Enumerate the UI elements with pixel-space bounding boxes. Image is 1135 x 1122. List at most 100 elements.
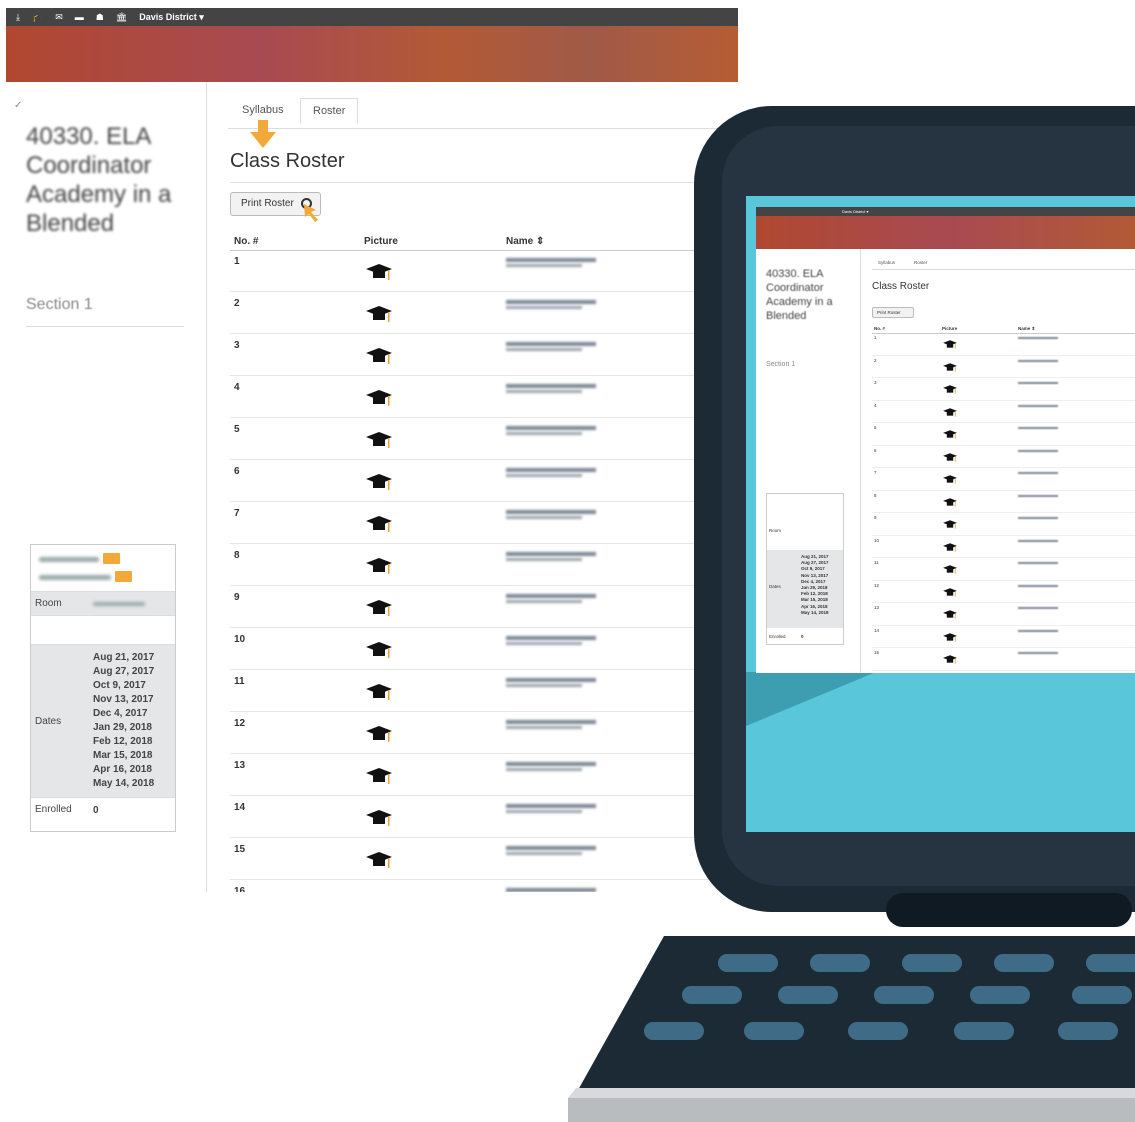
instructors <box>31 545 175 592</box>
graduation-cap-icon <box>942 542 958 556</box>
graduation-cap-icon <box>364 472 394 497</box>
table-row: 5 <box>230 418 730 460</box>
keyboard-key <box>970 986 1030 1004</box>
graduation-cap-icon <box>942 519 958 533</box>
student-name[interactable] <box>506 678 596 682</box>
course-info-box: Room Dates Aug 21, 2017 Aug 27, 2017 Oct 9… <box>30 544 176 832</box>
graduation-cap-icon <box>942 587 958 601</box>
tab-syllabus[interactable]: Syllabus <box>242 104 284 116</box>
district-menu[interactable]: Davis District ▾ <box>139 12 204 23</box>
graduation-cap-icon <box>942 654 958 668</box>
graduation-cap-icon <box>364 514 394 539</box>
roster-screenshot: ⤓ 🎓 ✉ ▬ ☗ 🏛 Davis District ▾ ✓ 40330. EL… <box>6 8 738 892</box>
graduation-cap-icon <box>942 452 958 466</box>
student-name[interactable] <box>506 804 596 808</box>
student-name[interactable] <box>506 510 596 514</box>
row-number: 9 <box>234 592 240 603</box>
left-sidebar: 40330. ELA Coordinator Academy in a Blen… <box>756 249 861 673</box>
row-number: 8 <box>234 550 240 561</box>
table-row: 14 <box>872 626 1135 648</box>
graduation-cap-icon <box>364 304 394 329</box>
keyboard-key <box>744 1022 804 1040</box>
header-banner <box>6 26 738 82</box>
row-number: 5 <box>234 424 240 435</box>
table-row: 15 <box>230 838 730 880</box>
student-name[interactable] <box>506 384 596 388</box>
graduation-cap-icon <box>364 850 394 875</box>
dates-row: Dates Aug 21, 2017 Aug 27, 2017 Oct 9, 201… <box>31 645 175 798</box>
student-name[interactable] <box>506 846 596 850</box>
table-row: 6 <box>230 460 730 502</box>
graduation-cap-icon <box>942 407 958 421</box>
row-number: 4 <box>874 402 877 408</box>
row-number: 12 <box>874 582 880 588</box>
row-number: 14 <box>234 802 246 813</box>
table-row: 13 <box>230 754 730 796</box>
student-name[interactable] <box>506 468 596 472</box>
student-name[interactable] <box>506 888 596 892</box>
student-name[interactable] <box>506 636 596 640</box>
student-name[interactable] <box>506 552 596 556</box>
page-title: Class Roster <box>230 150 345 172</box>
download-icon[interactable]: ⤓ <box>16 12 20 22</box>
graduation-cap-icon[interactable]: 🎓 <box>32 12 43 22</box>
row-number: 12 <box>234 718 246 729</box>
keyboard-key <box>718 954 778 972</box>
graduation-cap-icon <box>942 609 958 623</box>
table-row: 15 <box>872 648 1135 671</box>
mail-icon[interactable] <box>115 571 132 582</box>
keyboard-key <box>778 986 838 1004</box>
room-row: Room <box>31 592 175 616</box>
row-number: 16 <box>234 886 246 892</box>
graduation-cap-icon <box>942 632 958 646</box>
keyboard-key <box>954 1022 1014 1040</box>
pin-icon[interactable]: ✓ <box>14 100 22 111</box>
divider <box>230 182 730 183</box>
tab-roster: Roster <box>914 260 928 265</box>
folder-icon[interactable]: ▬ <box>75 12 84 22</box>
row-number: 10 <box>874 537 880 543</box>
table-row: 4 <box>872 401 1135 423</box>
table-row: 2 <box>230 292 730 334</box>
graduation-cap-icon <box>942 564 958 578</box>
divider <box>26 326 184 327</box>
row-number: 10 <box>234 634 246 645</box>
table-row: 1 <box>230 250 730 292</box>
keyboard-key <box>994 954 1054 972</box>
row-number: 2 <box>874 357 877 363</box>
student-name[interactable] <box>506 720 596 724</box>
screen-shadow <box>746 672 876 726</box>
laptop-screen-content: Davis District ▾ 40330. ELA Coordinator … <box>756 207 1135 673</box>
table-row: 13 <box>872 603 1135 626</box>
tab-roster[interactable]: Roster <box>300 98 359 124</box>
mail-icon[interactable]: ✉ <box>55 12 63 22</box>
print-roster-button: Print Roster <box>872 307 914 318</box>
graduation-cap-icon <box>364 430 394 455</box>
student-name[interactable] <box>506 342 596 346</box>
graduation-cap-icon <box>364 598 394 623</box>
table-row: 7 <box>872 468 1135 491</box>
table-row: 1 <box>872 333 1135 356</box>
student-name[interactable] <box>506 762 596 766</box>
row-number: 4 <box>234 382 240 393</box>
row-number: 15 <box>234 844 246 855</box>
row-number: 2 <box>234 298 240 309</box>
row-number: 11 <box>874 560 879 565</box>
users-icon[interactable]: ☗ <box>96 12 104 22</box>
mail-icon[interactable] <box>103 553 120 564</box>
student-name[interactable] <box>506 426 596 430</box>
table-row: 14 <box>230 796 730 838</box>
student-name[interactable] <box>506 258 596 262</box>
keyboard-key <box>1086 954 1135 972</box>
graduation-cap-icon <box>364 682 394 707</box>
student-name[interactable] <box>506 594 596 598</box>
table-row: 10 <box>230 628 730 670</box>
row-number: 13 <box>234 760 246 771</box>
institution-icon[interactable]: 🏛 <box>116 12 127 22</box>
roster-table-header: No. # Picture Name ⇕ <box>230 234 730 251</box>
row-number: 14 <box>874 627 880 633</box>
section-label[interactable]: Section 1 <box>26 296 93 314</box>
keyboard-key <box>874 986 934 1004</box>
table-row: 5 <box>872 423 1135 446</box>
student-name[interactable] <box>506 300 596 304</box>
